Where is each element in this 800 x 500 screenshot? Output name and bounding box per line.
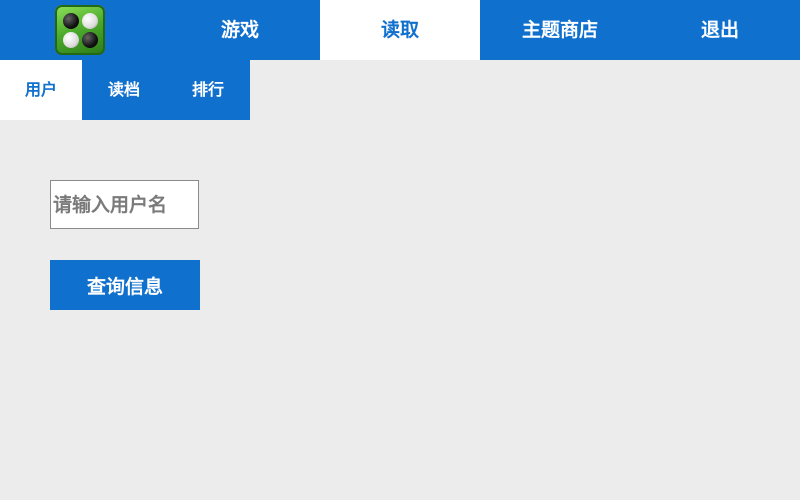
game-logo-icon[interactable] <box>55 5 105 55</box>
subnav-item-load-save[interactable]: 读档 <box>82 60 166 120</box>
nav-item-theme-shop[interactable]: 主题商店 <box>480 0 640 60</box>
black-stone-icon <box>63 13 79 29</box>
username-input[interactable] <box>50 180 199 229</box>
nav-item-exit[interactable]: 退出 <box>640 0 800 60</box>
black-stone-icon <box>82 32 98 48</box>
white-stone-icon <box>63 32 79 48</box>
nav-item-load[interactable]: 读取 <box>320 0 480 60</box>
top-navigation-bar: 游戏 读取 主题商店 退出 <box>0 0 800 60</box>
subnav-item-user[interactable]: 用户 <box>0 60 82 120</box>
white-stone-icon <box>82 13 98 29</box>
subnav-item-ranking[interactable]: 排行 <box>166 60 250 120</box>
sub-navigation-bar: 用户 读档 排行 <box>0 60 250 120</box>
logo-cell <box>0 0 160 60</box>
query-info-button[interactable]: 查询信息 <box>50 260 200 310</box>
nav-item-game[interactable]: 游戏 <box>160 0 320 60</box>
